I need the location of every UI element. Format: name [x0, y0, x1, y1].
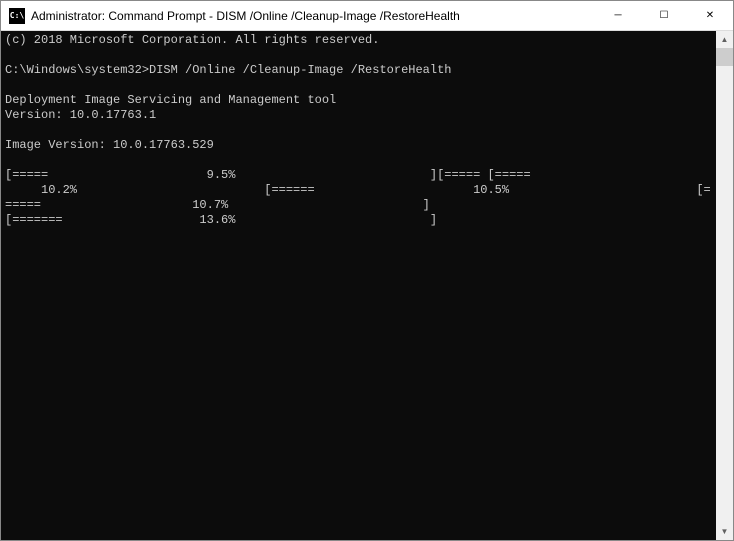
cmd-icon: C:\ — [9, 8, 25, 24]
vertical-scrollbar[interactable]: ▲ ▼ — [716, 31, 733, 540]
window-title: Administrator: Command Prompt - DISM /On… — [31, 9, 595, 23]
scroll-up-arrow[interactable]: ▲ — [716, 31, 733, 48]
window-controls: ─ ☐ ✕ — [595, 1, 733, 30]
terminal-output[interactable]: (c) 2018 Microsoft Corporation. All righ… — [1, 31, 716, 540]
close-button[interactable]: ✕ — [687, 1, 733, 30]
scroll-thumb[interactable] — [716, 48, 733, 66]
minimize-button[interactable]: ─ — [595, 1, 641, 30]
maximize-button[interactable]: ☐ — [641, 1, 687, 30]
terminal-area: (c) 2018 Microsoft Corporation. All righ… — [1, 31, 733, 540]
titlebar: C:\ Administrator: Command Prompt - DISM… — [1, 1, 733, 31]
scroll-down-arrow[interactable]: ▼ — [716, 523, 733, 540]
